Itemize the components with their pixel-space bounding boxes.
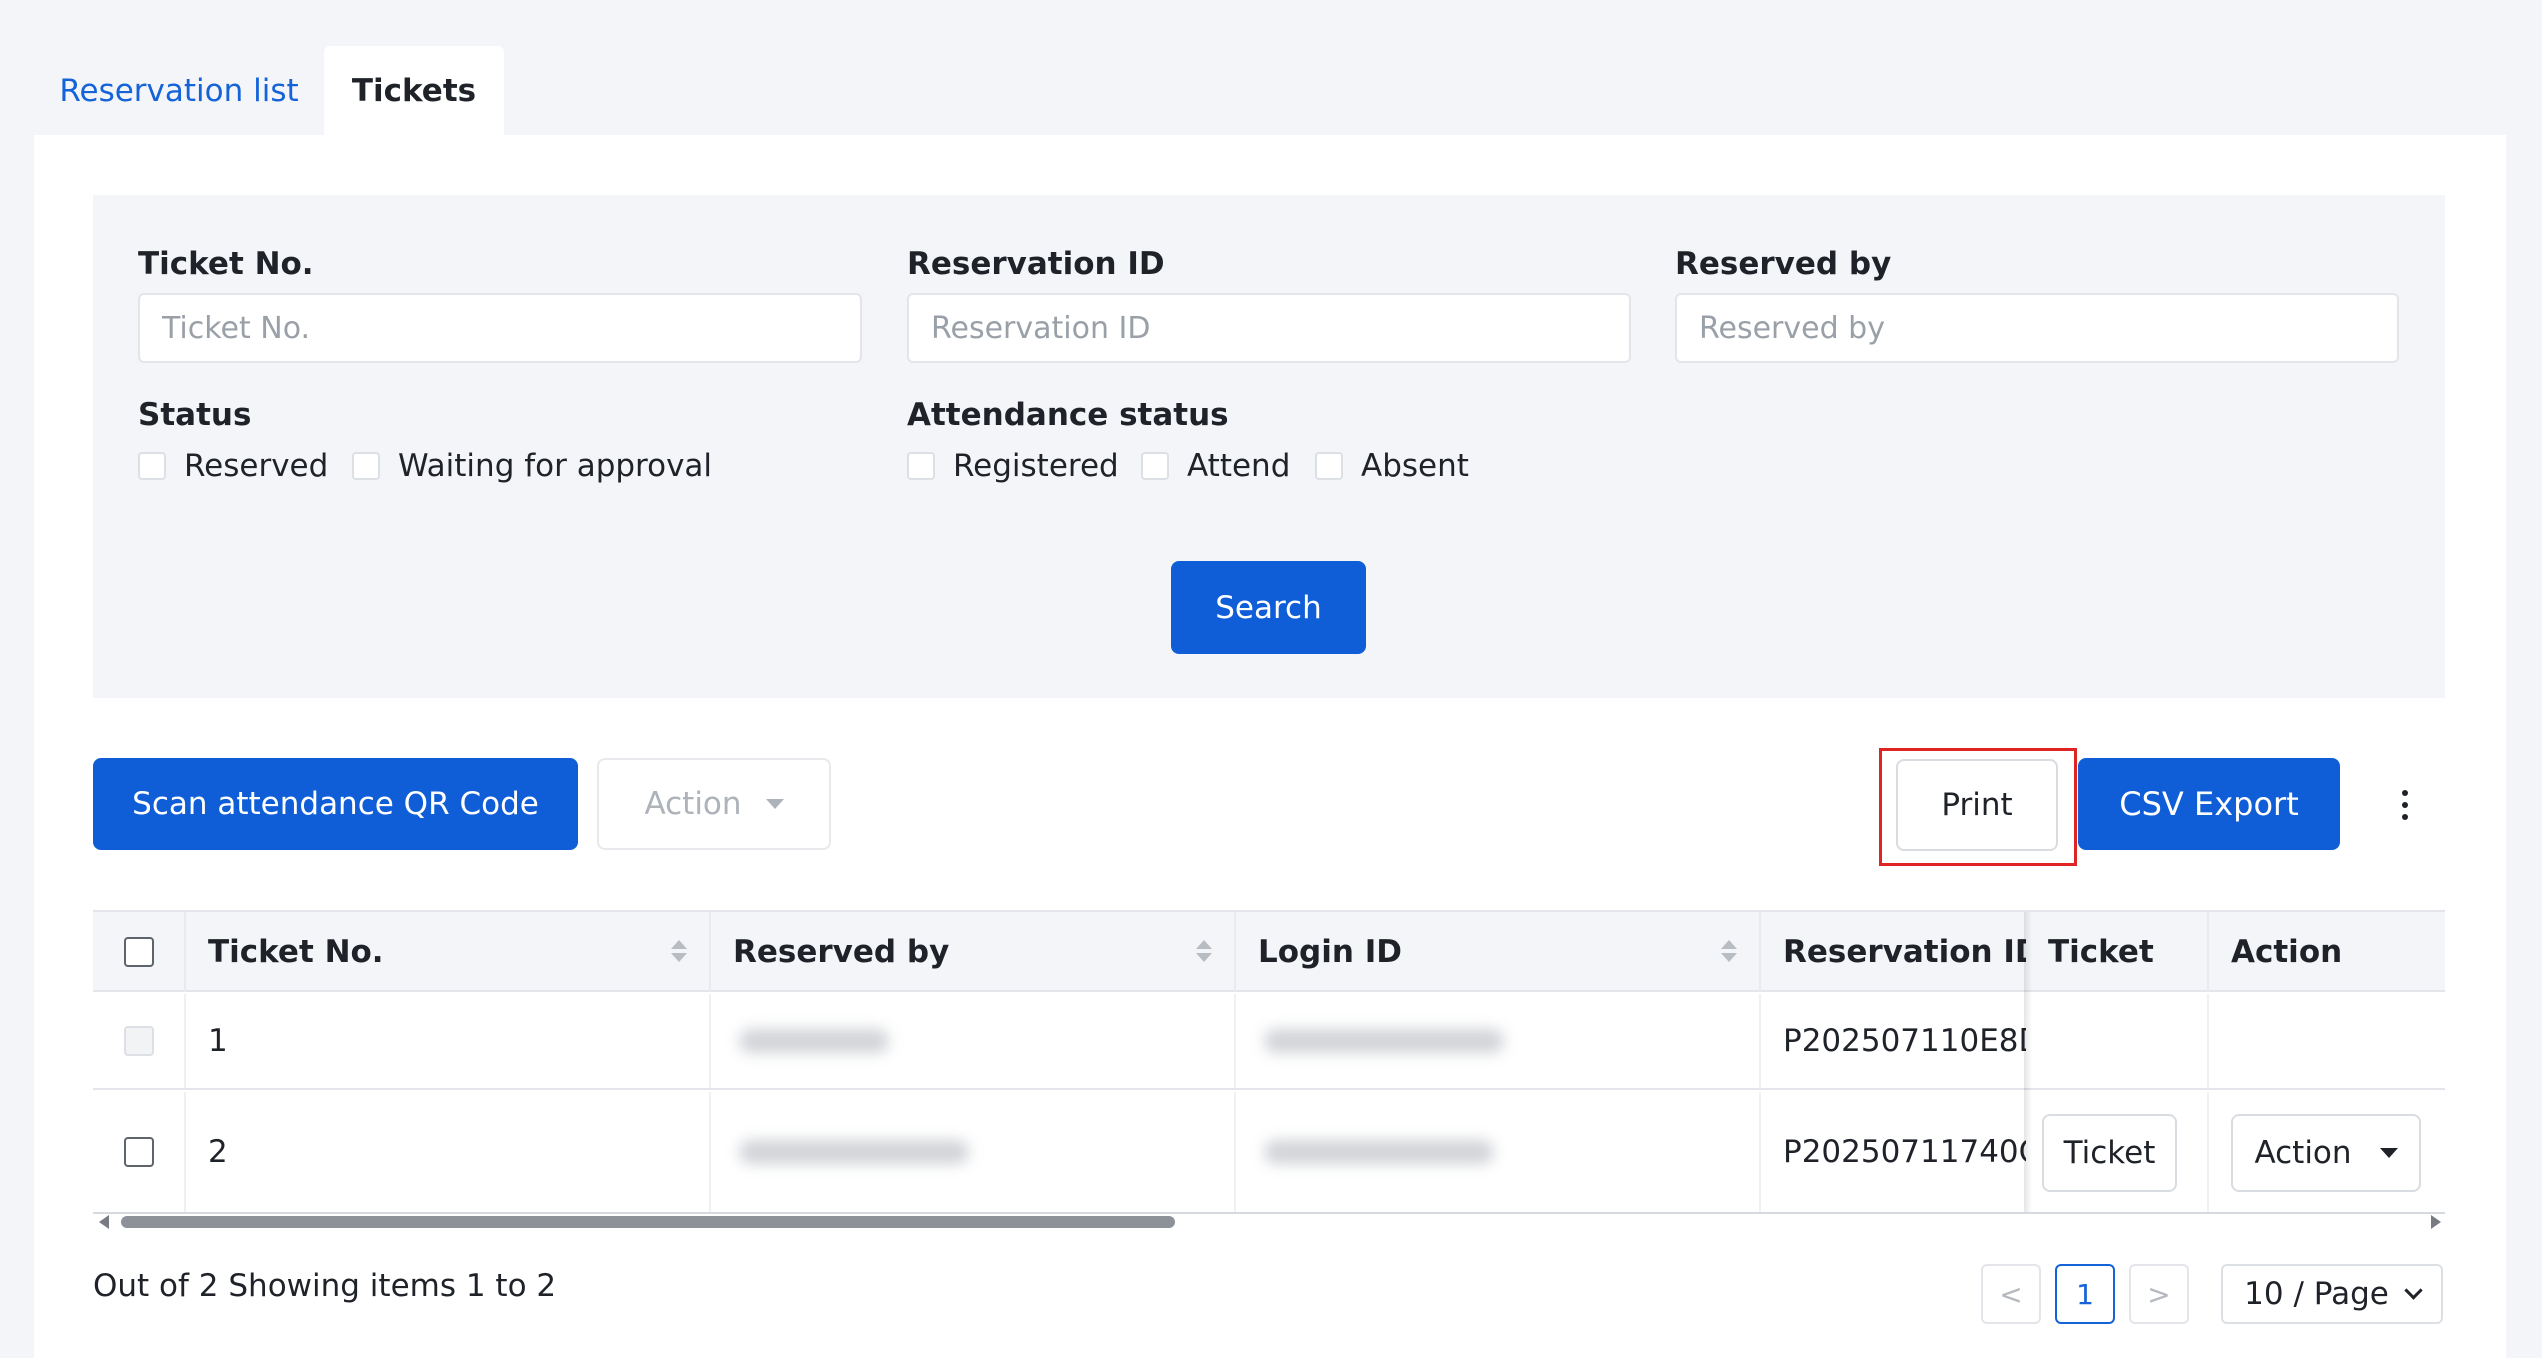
checkbox-box	[907, 452, 935, 480]
select-all-cell	[93, 912, 186, 992]
checkbox-box	[1141, 452, 1169, 480]
reservation-id-cell: P202507110E8D	[1783, 1023, 2026, 1059]
redacted-text	[1264, 1029, 1504, 1053]
column-header-label: Reserved by	[733, 934, 950, 970]
ticket-no-cell: 2	[186, 1092, 711, 1212]
prev-page-button[interactable]: <	[1981, 1264, 2041, 1324]
scrollbar-thumb[interactable]	[121, 1216, 1175, 1228]
column-header-label: Ticket	[2048, 934, 2154, 970]
column-header-reservation-id: Reservation ID	[1761, 912, 2026, 992]
bulk-action-dropdown[interactable]: Action	[597, 758, 831, 850]
ticket-no-label: Ticket No.	[138, 246, 314, 282]
row-select-cell	[93, 994, 186, 1088]
table-header: Ticket No. Reserved by Login ID Reservat…	[93, 912, 2445, 992]
checkbox-box	[138, 452, 166, 480]
sort-icon[interactable]	[1721, 938, 1737, 966]
checkbox-label: Absent	[1361, 448, 1469, 484]
column-header-ticket: Ticket	[2026, 912, 2209, 992]
tab-reservation-list[interactable]: Reservation list	[34, 46, 324, 135]
horizontal-scrollbar[interactable]	[93, 1210, 2445, 1232]
checkbox-label: Attend	[1187, 448, 1291, 484]
ticket-no-cell: 1	[186, 994, 711, 1088]
redacted-text	[1264, 1140, 1494, 1164]
more-vertical-icon[interactable]	[2390, 780, 2420, 830]
page-size-select[interactable]: 10 / Page	[2221, 1264, 2443, 1324]
reserved-by-input[interactable]	[1675, 293, 2399, 363]
page-1-button[interactable]: 1	[2055, 1264, 2115, 1324]
attendance-attend-checkbox[interactable]: Attend	[1141, 448, 1290, 484]
sort-icon[interactable]	[671, 938, 687, 966]
column-header-login-id[interactable]: Login ID	[1236, 912, 1761, 992]
reservation-id-label: Reservation ID	[907, 246, 1165, 282]
status-waiting-checkbox[interactable]: Waiting for approval	[352, 448, 712, 484]
redacted-text	[739, 1140, 969, 1164]
status-label: Status	[138, 397, 252, 433]
scroll-left-icon[interactable]	[99, 1215, 109, 1229]
reservation-id-cell: P20250711740C	[1783, 1134, 2026, 1170]
attendance-status-label: Attendance status	[907, 397, 1229, 433]
checkbox-label: Waiting for approval	[398, 448, 713, 484]
next-page-button[interactable]: >	[2129, 1264, 2189, 1324]
row-action-dropdown[interactable]: Action	[2231, 1114, 2421, 1192]
ticket-button[interactable]: Ticket	[2042, 1114, 2177, 1192]
column-header-action: Action	[2209, 912, 2445, 992]
column-header-label: Ticket No.	[208, 934, 384, 970]
page-size-label: 10 / Page	[2244, 1276, 2389, 1312]
checkbox-label: Reserved	[184, 448, 329, 484]
column-header-label: Reservation ID	[1783, 934, 2026, 970]
row-checkbox	[123, 1026, 154, 1056]
select-all-checkbox[interactable]	[123, 937, 154, 967]
redacted-text	[739, 1029, 889, 1053]
action-cell: Action	[2209, 1092, 2445, 1212]
column-header-label: Action	[2231, 934, 2343, 970]
column-header-ticket-no[interactable]: Ticket No.	[186, 912, 711, 992]
fixed-column-shadow	[2024, 912, 2032, 1212]
bulk-action-label: Action	[644, 786, 742, 822]
row-action-label: Action	[2254, 1135, 2352, 1171]
checkbox-box	[352, 452, 380, 480]
csv-export-button[interactable]: CSV Export	[2078, 758, 2340, 850]
tab-tickets[interactable]: Tickets	[324, 46, 504, 135]
reserved-by-cell	[711, 1092, 1236, 1212]
ticket-cell	[2026, 994, 2209, 1088]
checkbox-box	[1315, 452, 1343, 480]
print-button[interactable]: Print	[1896, 759, 2058, 851]
ticket-cell: Ticket	[2026, 1092, 2209, 1212]
caret-down-icon	[765, 799, 784, 809]
search-button[interactable]: Search	[1171, 561, 1366, 654]
row-select-cell	[93, 1092, 186, 1212]
tab-bar: Reservation list Tickets	[0, 0, 2542, 135]
status-reserved-checkbox[interactable]: Reserved	[138, 448, 328, 484]
reserved-by-label: Reserved by	[1675, 246, 1892, 282]
pagination-summary: Out of 2 Showing items 1 to 2	[93, 1268, 557, 1304]
attendance-registered-checkbox[interactable]: Registered	[907, 448, 1119, 484]
checkbox-label: Registered	[953, 448, 1119, 484]
reservation-id-input[interactable]	[907, 293, 1631, 363]
caret-down-icon	[2379, 1148, 2398, 1158]
login-id-cell	[1236, 1092, 1761, 1212]
column-header-reserved-by[interactable]: Reserved by	[711, 912, 1236, 992]
ticket-no-input[interactable]	[138, 293, 862, 363]
table-row: 1 P202507110E8D	[93, 994, 2445, 1090]
login-id-cell	[1236, 994, 1761, 1088]
column-header-label: Login ID	[1258, 934, 1402, 970]
tickets-table: Ticket No. Reserved by Login ID Reservat…	[93, 910, 2445, 1214]
table-row: 2 P20250711740C Ticket Action	[93, 1092, 2445, 1212]
chevron-down-icon	[2404, 1280, 2423, 1300]
sort-icon[interactable]	[1196, 938, 1212, 966]
scan-qr-button[interactable]: Scan attendance QR Code	[93, 758, 578, 850]
attendance-absent-checkbox[interactable]: Absent	[1315, 448, 1469, 484]
action-cell	[2209, 994, 2445, 1088]
row-checkbox[interactable]	[123, 1137, 154, 1167]
reserved-by-cell	[711, 994, 1236, 1088]
scroll-right-icon[interactable]	[2431, 1215, 2441, 1229]
